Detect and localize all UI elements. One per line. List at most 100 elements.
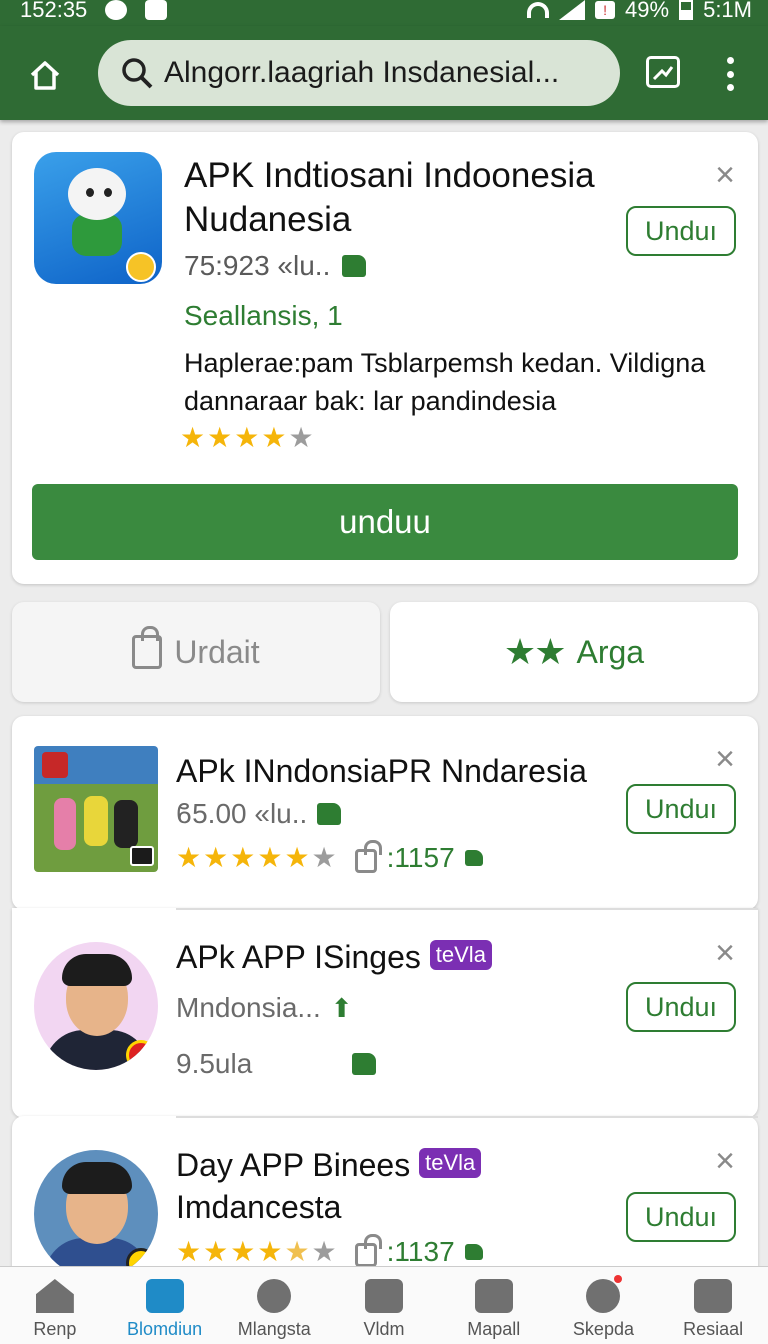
app-avatar — [34, 942, 158, 1070]
app-subtitle: Mndonsia... — [176, 992, 321, 1023]
featured-app-card[interactable]: APK Indtiosani Indoonesia Nudanesia 75:9… — [12, 132, 758, 584]
app-badge-icon — [130, 846, 154, 866]
app-description: Haplerae:pam Tsblarpemsh kedan. Vildigna… — [184, 348, 706, 416]
star-icon: ★ — [207, 422, 233, 453]
rating-filter-button[interactable]: ★★ Arga — [390, 602, 758, 702]
star-icon: ★ — [203, 842, 229, 873]
star-icon: ★ — [176, 1236, 202, 1267]
app-badge-icon — [126, 252, 156, 282]
nav-label: Skepda — [572, 1319, 634, 1339]
nav-item-search[interactable]: Mlangsta — [219, 1267, 329, 1344]
star-icon: ★ — [203, 1236, 229, 1267]
person-figure — [114, 800, 138, 848]
close-icon[interactable]: × — [710, 158, 740, 192]
home-button[interactable] — [22, 52, 68, 98]
nav-item-home[interactable]: Renp — [0, 1267, 110, 1344]
developer-link[interactable]: Seallansis, 1 — [184, 300, 343, 332]
more-dot-icon — [726, 70, 734, 78]
battery-percent: 49% — [625, 0, 670, 22]
nav-label: Mlangsta — [237, 1319, 311, 1339]
star-icon: ★ — [234, 422, 260, 453]
update-button[interactable]: Urdait — [12, 602, 380, 702]
trending-icon — [652, 66, 674, 81]
shield-icon — [474, 1279, 513, 1313]
app-stats-row: ★ ★ ★ ★ ★ ★ :1157 — [176, 840, 483, 874]
chart-icon — [464, 850, 483, 866]
install-button[interactable]: Unduı — [626, 206, 736, 256]
install-button[interactable]: Unduı — [626, 982, 736, 1032]
signal-icon — [559, 0, 586, 20]
home-icon — [30, 61, 60, 90]
nav-label: Blomdiun — [127, 1319, 203, 1339]
more-dot-icon — [726, 84, 734, 91]
nav-label: Renp — [33, 1319, 77, 1339]
person-figure — [84, 796, 108, 846]
wifi-icon — [527, 2, 550, 18]
close-icon[interactable]: × — [710, 742, 740, 776]
bag-icon — [354, 840, 382, 873]
divider — [176, 908, 758, 910]
list-item[interactable]: APk APP ISinges teVla Mndonsia... ⬆ 9.5u… — [12, 908, 758, 1118]
close-icon[interactable]: × — [710, 1144, 740, 1178]
app-stats-row: ★ ★ ★ ★ ★ ★ :1137 — [176, 1234, 483, 1268]
mascot-eye — [104, 188, 112, 197]
nav-item-profile[interactable]: Skepda — [549, 1267, 659, 1344]
app-name[interactable]: APk INndonsiaPR Nndaresia — [176, 750, 587, 792]
battery-icon — [679, 0, 694, 20]
app-name-row[interactable]: Day APP Binees teVla — [176, 1144, 482, 1186]
app-meta-text: 75:923 «lu.. — [184, 250, 331, 281]
nav-label: Resiaal — [683, 1319, 744, 1339]
logo-icon — [42, 752, 68, 778]
home-icon — [35, 1279, 74, 1313]
app-subtitle-row: Mndonsia... ⬆ — [176, 992, 353, 1024]
app-size-row: 9.5ula — [176, 1048, 377, 1080]
star-icon: ★ — [288, 422, 314, 453]
app-thumbnail — [34, 746, 158, 872]
up-arrow-icon: ⬆ — [330, 992, 353, 1023]
app-notification-icon — [145, 0, 168, 20]
install-button[interactable]: Unduı — [626, 784, 736, 834]
app-size: 9.5ula — [176, 1048, 253, 1079]
star-icon: ★ — [176, 842, 202, 873]
app-name: Day APP Binees — [176, 1147, 411, 1183]
app-price: ϐ5.00 «lu.. — [176, 798, 308, 829]
status-bar: 152:35 ! 49% 5:1M — [0, 0, 768, 26]
star-icon: ★ — [180, 422, 206, 453]
avatar-hair — [62, 1162, 132, 1194]
download-count: :1157 — [386, 842, 455, 873]
top-app-bar: Alngorr.laagriah Insdanesial... — [0, 26, 768, 120]
close-icon[interactable]: × — [710, 936, 740, 970]
app-name-row[interactable]: APk APP ISinges teVla — [176, 936, 492, 978]
notification-dot — [614, 1275, 623, 1283]
trending-button[interactable] — [646, 56, 680, 88]
search-query[interactable]: Alngorr.laagriah Insdanesial... — [164, 56, 614, 90]
star-icon: ★ — [311, 842, 337, 873]
avatar-hair — [62, 954, 132, 986]
list-item[interactable]: Day APP Binees teVla Imdancesta ★ ★ ★ ★ … — [12, 1116, 758, 1278]
star-icon: ★ — [261, 422, 287, 453]
status-time: 152:35 — [20, 0, 88, 22]
install-primary-button[interactable]: unduu — [32, 484, 738, 560]
thumbs-up-icon — [342, 255, 367, 277]
nav-item-social[interactable]: Resiaal — [658, 1267, 768, 1344]
nav-item-video[interactable]: Vldm — [329, 1267, 439, 1344]
app-title[interactable]: APK Indtiosani Indoonesia Nudanesia — [184, 154, 654, 242]
nav-item-apps[interactable]: Blomdiun — [110, 1267, 220, 1344]
star-icon: ★ — [311, 1236, 337, 1267]
bottom-navigation: Renp Blomdiun Mlangsta Vldm Mapall Skepd… — [0, 1266, 768, 1344]
chart-icon — [464, 1244, 483, 1260]
nav-label: Vldm — [363, 1319, 405, 1339]
star-icon: ★★ — [503, 631, 567, 672]
divider — [176, 1116, 758, 1118]
list-icon — [145, 1279, 184, 1313]
mascot-eye — [86, 188, 94, 197]
app-price-row: ϐ5.00 «lu.. — [176, 798, 342, 830]
nav-item-map[interactable]: Mapall — [439, 1267, 549, 1344]
bag-icon — [132, 626, 163, 669]
install-button[interactable]: Unduı — [626, 1192, 736, 1242]
list-item[interactable]: APk INndonsiaPR Nndaresia ϐ5.00 «lu.. ★ … — [12, 716, 758, 910]
rating-filter-label: Arga — [576, 633, 645, 670]
app-icon-mascot — [34, 152, 162, 284]
more-menu-button[interactable] — [718, 54, 742, 94]
search-bar[interactable]: Alngorr.laagriah Insdanesial... — [98, 40, 620, 106]
